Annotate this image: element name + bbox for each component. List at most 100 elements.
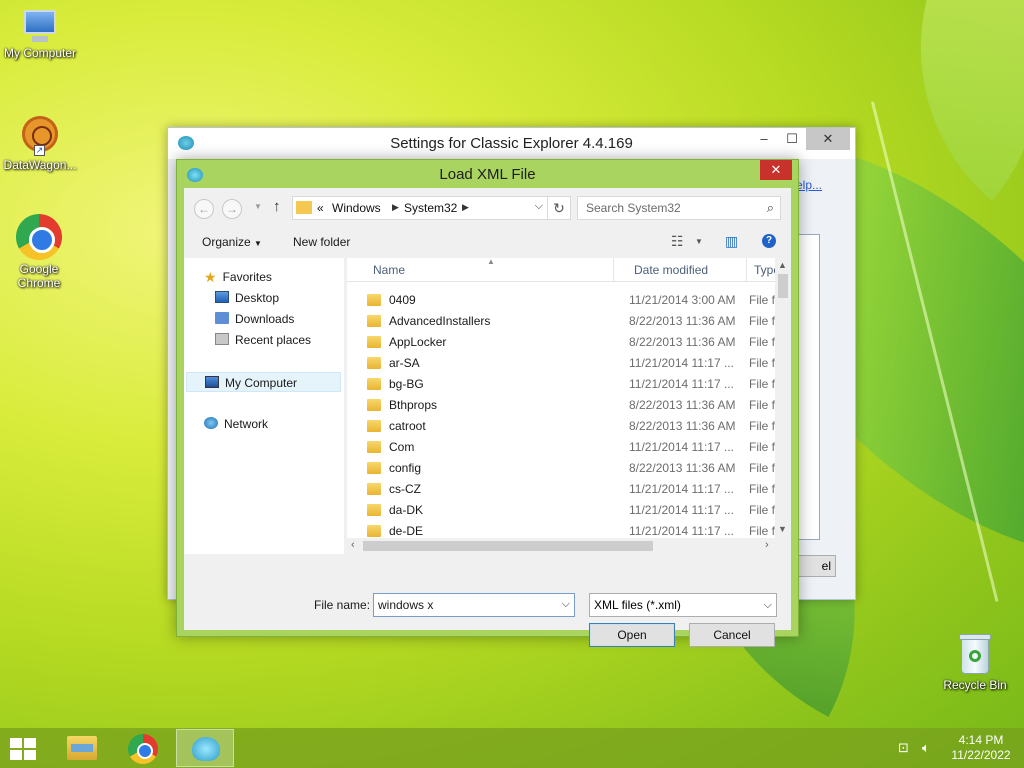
preview-pane-icon[interactable]: ▥ (725, 233, 738, 250)
forward-button[interactable]: → (222, 199, 242, 219)
open-button[interactable]: Open (589, 623, 675, 647)
desktop-icon (215, 291, 229, 303)
file-name: da-DK (389, 503, 424, 517)
file-row[interactable]: Bthprops 8/22/2013 11:36 AM File fol (347, 395, 784, 416)
file-row[interactable]: cs-CZ 11/21/2014 11:17 ... File fol (347, 479, 784, 500)
dialog-title: Load XML File (439, 166, 536, 183)
view-options-icon[interactable]: ☷ (671, 233, 684, 250)
nav-label: Network (224, 417, 269, 431)
recent-locations-dropdown[interactable]: ▼ (254, 202, 262, 211)
folder-icon (367, 483, 381, 495)
search-box[interactable]: ⌕ (577, 196, 781, 220)
file-name: config (389, 461, 422, 475)
nav-label: My Computer (225, 376, 298, 390)
nav-label: Desktop (235, 291, 280, 305)
chevron-down-icon[interactable]: ⌵ (764, 594, 772, 616)
desktop-icon-my-computer[interactable]: My Computer (0, 10, 80, 60)
breadcrumb-chevron-icon[interactable]: ▶ (462, 202, 469, 213)
scroll-left-icon[interactable]: ‹ (351, 539, 355, 551)
breadcrumb-system32[interactable]: System32 (404, 201, 457, 215)
system-clock[interactable]: 4:14 PM 11/22/2022 (946, 733, 1016, 763)
help-icon[interactable]: ? (762, 234, 776, 248)
datawagon-icon: ↗ (18, 112, 62, 156)
close-button[interactable]: ✕ (806, 128, 850, 150)
file-row[interactable]: bg-BG 11/21/2014 11:17 ... File fol (347, 374, 784, 395)
taskbar-file-explorer[interactable] (52, 729, 110, 767)
scroll-up-icon[interactable]: ▲ (778, 260, 787, 270)
taskbar: ⊡ 🔈︎ 4:14 PM 11/22/2022 (0, 728, 1024, 768)
volume-icon[interactable]: 🔈︎ (922, 740, 930, 756)
network-tray-icon[interactable]: ⊡ (898, 740, 909, 756)
file-date: 8/22/2013 11:36 AM (629, 335, 736, 349)
nav-network[interactable]: Network (204, 414, 268, 434)
new-folder-button[interactable]: New folder (293, 235, 350, 249)
breadcrumb-chevron-icon[interactable]: ▶ (392, 202, 399, 213)
file-name: AppLocker (389, 335, 447, 349)
search-input[interactable] (578, 197, 758, 219)
file-name: ar-SA (389, 356, 420, 370)
file-name-input[interactable] (374, 594, 554, 616)
cancel-button[interactable]: Cancel (689, 623, 775, 647)
start-button[interactable] (10, 738, 38, 760)
nav-favorites[interactable]: ★ Favorites (204, 267, 272, 287)
file-name: cs-CZ (389, 482, 421, 496)
file-row[interactable]: Com 11/21/2014 11:17 ... File fol (347, 437, 784, 458)
file-name: AdvancedInstallers (389, 314, 491, 328)
column-divider[interactable] (746, 258, 747, 282)
column-name[interactable]: Name (373, 263, 405, 277)
scroll-thumb[interactable] (778, 274, 788, 298)
nav-downloads[interactable]: Downloads (215, 309, 294, 329)
folder-icon (367, 357, 381, 369)
column-date-modified[interactable]: Date modified (634, 263, 708, 277)
file-row[interactable]: catroot 8/22/2013 11:36 AM File fol (347, 416, 784, 437)
scroll-thumb[interactable] (363, 541, 653, 551)
file-row[interactable]: AdvancedInstallers 8/22/2013 11:36 AM File… (347, 311, 784, 332)
file-row[interactable]: ar-SA 11/21/2014 11:17 ... File fol (347, 353, 784, 374)
desktop-icon-datawagon[interactable]: ↗ DataWagon... (0, 112, 80, 172)
scroll-down-icon[interactable]: ▼ (778, 524, 787, 534)
nav-my-computer[interactable]: My Computer (186, 372, 341, 392)
command-bar: Organize ▼ New folder ☷ ▼ ▥ ? (184, 228, 791, 258)
file-row[interactable]: 0409 11/21/2014 3:00 AM File fol (347, 290, 784, 311)
address-prefix[interactable]: « (317, 201, 324, 215)
windows-logo-icon (10, 738, 22, 748)
file-row[interactable]: AppLocker 8/22/2013 11:36 AM File fol (347, 332, 784, 353)
taskbar-classic-shell[interactable] (176, 729, 234, 767)
desktop-icon-label: DataWagon... (3, 158, 77, 172)
breadcrumb-windows[interactable]: Windows (332, 201, 381, 215)
back-button[interactable]: ← (194, 199, 214, 219)
organize-label: Organize (202, 235, 251, 249)
address-dropdown-icon[interactable]: ⌵ (535, 200, 543, 213)
file-list: ▲ Name Date modified Type 0409 11/21/2014… (347, 258, 791, 554)
minimize-button[interactable]: – (750, 128, 778, 150)
vertical-scrollbar[interactable]: ▲ ▼ (775, 258, 791, 538)
taskbar-chrome[interactable] (114, 729, 172, 767)
file-row[interactable]: da-DK 11/21/2014 11:17 ... File fol (347, 500, 784, 521)
search-icon[interactable]: ⌕ (767, 200, 774, 216)
nav-recent-places[interactable]: Recent places (215, 330, 311, 350)
file-name-combo[interactable]: ⌵ (373, 593, 575, 617)
file-row[interactable]: config 8/22/2013 11:36 AM File fol (347, 458, 784, 479)
file-type-select[interactable]: XML files (*.xml) ⌵ (589, 593, 777, 617)
windows-logo-pane (24, 738, 36, 748)
address-bar[interactable]: « Windows ▶ System32 ▶ ⌵ (292, 196, 548, 220)
navigation-pane: ★ Favorites Desktop Downloads Recent plac… (184, 258, 344, 554)
up-arrow-button[interactable]: ↑ (273, 198, 281, 215)
column-divider[interactable] (613, 258, 614, 282)
view-dropdown-icon[interactable]: ▼ (695, 237, 703, 246)
nav-desktop[interactable]: Desktop (215, 288, 279, 308)
navigation-row: ← → ▼ ↑ « Windows ▶ System32 ▶ ⌵ ↻ ⌕ (184, 188, 791, 228)
organize-menu[interactable]: Organize ▼ (202, 235, 262, 249)
scroll-right-icon[interactable]: › (765, 539, 769, 551)
help-link[interactable]: elp... (796, 178, 822, 192)
refresh-button[interactable]: ↻ (547, 196, 571, 220)
windows-logo-pane (10, 750, 22, 760)
desktop-icon-google-chrome[interactable]: Google Chrome (0, 214, 78, 290)
maximize-button[interactable]: ☐ (778, 128, 806, 150)
desktop-icon-recycle-bin[interactable]: Recycle Bin (935, 632, 1015, 692)
dialog-close-button[interactable]: ✕ (760, 160, 792, 180)
file-type-value: XML files (*.xml) (594, 598, 681, 612)
clock-date: 11/22/2022 (951, 748, 1011, 762)
chevron-down-icon[interactable]: ⌵ (562, 598, 570, 611)
horizontal-scrollbar[interactable]: ‹ › (347, 538, 791, 554)
